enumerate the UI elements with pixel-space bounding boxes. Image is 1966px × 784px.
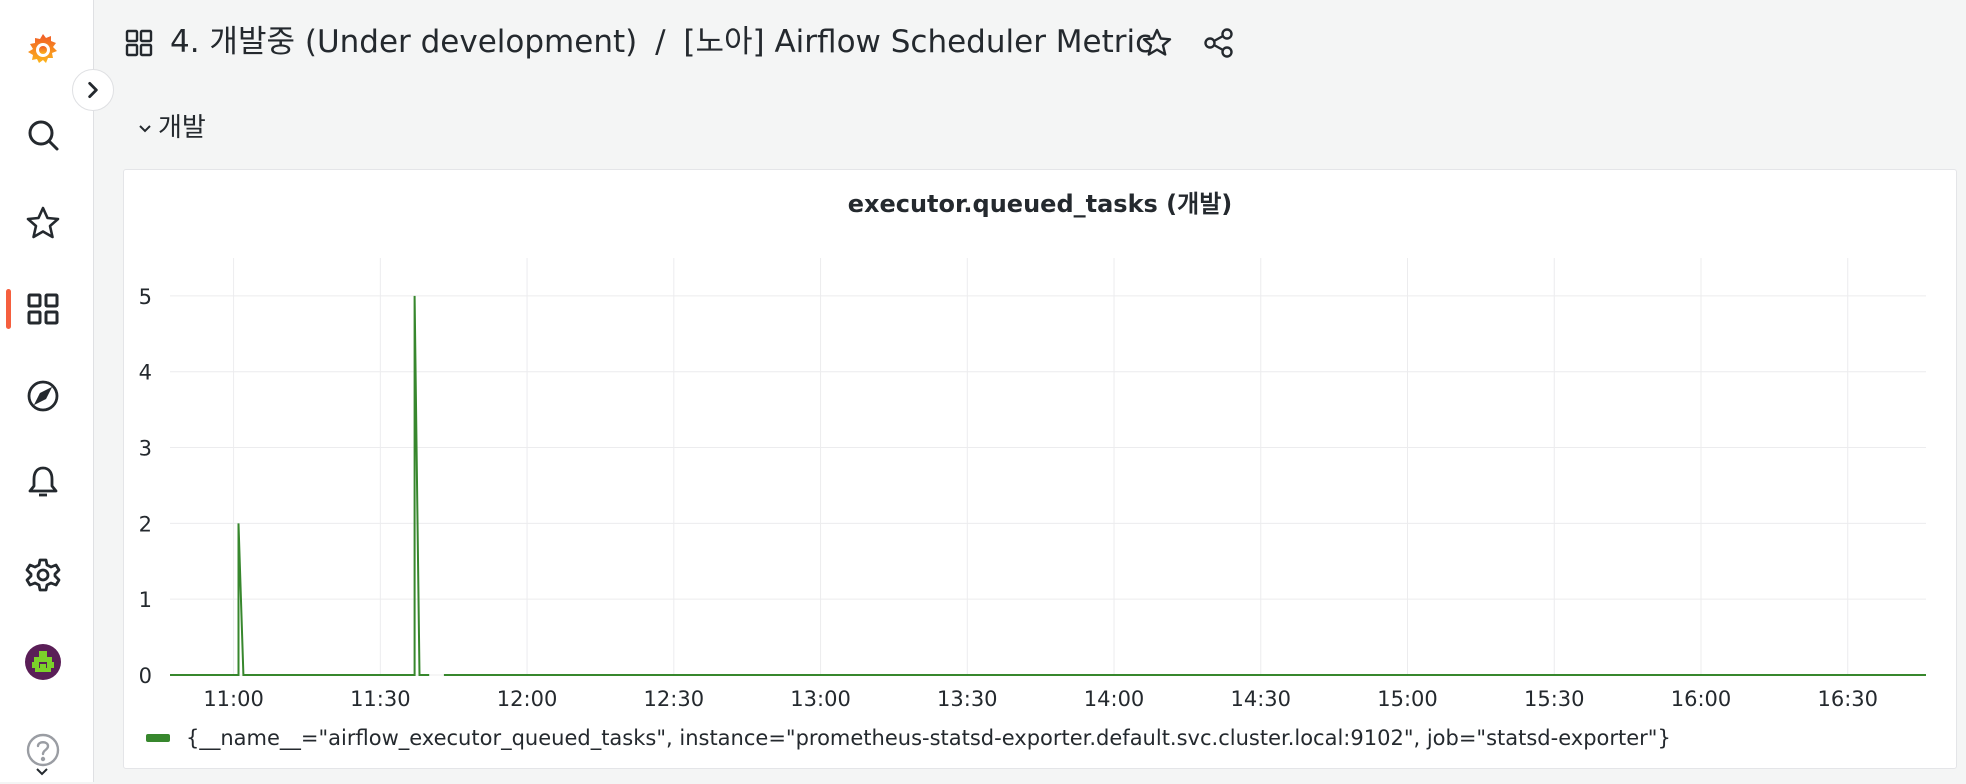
- y-tick-label: 0: [139, 664, 152, 688]
- y-tick-label: 3: [139, 437, 152, 461]
- y-tick-label: 4: [139, 361, 152, 385]
- time-series-chart[interactable]: 0 1 2 3 4 5 11:00 11:30 12:00 12:30 13:00 13:30 14:0…: [124, 170, 1958, 715]
- star-icon[interactable]: [1138, 24, 1176, 62]
- y-tick-label: 5: [139, 285, 152, 309]
- alerting-icon[interactable]: [20, 459, 66, 505]
- x-tick-label: 14:30: [1231, 687, 1292, 711]
- chevron-right-icon: [88, 81, 98, 99]
- x-tick-label: 11:00: [203, 687, 264, 711]
- series-line: [170, 295, 430, 676]
- x-tick-label: 15:00: [1377, 687, 1438, 711]
- explore-icon[interactable]: [20, 373, 66, 419]
- star-icon[interactable]: [20, 200, 66, 246]
- legend[interactable]: {__name__="airflow_executor_queued_tasks…: [146, 722, 1671, 754]
- active-indicator: [6, 289, 11, 329]
- search-icon[interactable]: [20, 112, 66, 158]
- x-tick-label: 12:00: [497, 687, 558, 711]
- x-tick-label: 14:00: [1084, 687, 1145, 711]
- dashboards-icon[interactable]: [20, 286, 66, 332]
- x-tick-label: 13:00: [790, 687, 851, 711]
- x-tick-label: 16:00: [1671, 687, 1732, 711]
- legend-label: {__name__="airflow_executor_queued_tasks…: [186, 726, 1671, 750]
- settings-icon[interactable]: [20, 552, 66, 598]
- breadcrumb: 4. 개발중 (Under development) / [노아] Airflo…: [170, 18, 1152, 66]
- x-tick-label: 16:30: [1817, 687, 1878, 711]
- x-tick-label: 12:30: [644, 687, 705, 711]
- legend-color-swatch: [146, 734, 170, 742]
- breadcrumb-folder[interactable]: 4. 개발중 (Under development): [170, 24, 637, 60]
- share-icon[interactable]: [1200, 24, 1238, 62]
- user-avatar-icon[interactable]: [20, 639, 66, 685]
- chevron-down-icon[interactable]: [34, 764, 50, 780]
- chevron-down-icon: [138, 111, 152, 151]
- row-title: 개발: [158, 113, 206, 143]
- grafana-logo-icon[interactable]: [20, 27, 66, 73]
- row-collapse-toggle[interactable]: 개발: [138, 108, 206, 148]
- x-tick-label: 15:30: [1524, 687, 1585, 711]
- dashboards-icon: [125, 29, 153, 57]
- expand-menu-button[interactable]: [72, 69, 114, 111]
- page-toolbar: 4. 개발중 (Under development) / [노아] Airflo…: [94, 0, 1966, 84]
- dashboard-title[interactable]: [노아] Airflow Scheduler Metric: [683, 24, 1152, 60]
- y-tick-label: 2: [139, 512, 152, 536]
- x-tick-label: 11:30: [350, 687, 411, 711]
- y-tick-label: 1: [139, 588, 152, 612]
- x-tick-label: 13:30: [937, 687, 998, 711]
- graph-panel: executor.queued_tasks (개발) 0 1 2 3 4 5 11:00 11…: [123, 169, 1957, 769]
- side-menu: [0, 0, 94, 782]
- breadcrumb-separator: /: [655, 24, 666, 60]
